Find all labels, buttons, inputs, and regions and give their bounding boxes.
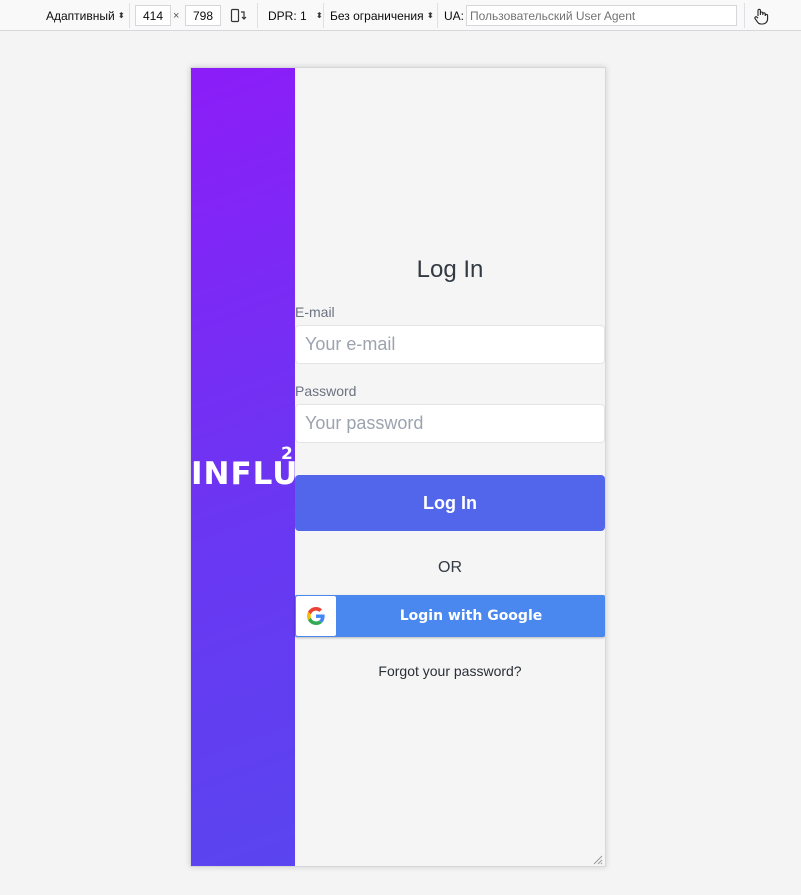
throttle-select-label: Без ограничения [330,8,424,23]
device-select[interactable]: Адаптивный ⬍ [46,5,125,26]
resize-handle-icon[interactable] [591,852,603,865]
logo-superscript: 2 [281,444,293,464]
device-viewport: INFLU 2 Log In E-mail Your e-mail Passwo… [190,67,606,867]
dpr-select[interactable]: DPR: 1 ⬍ [268,5,323,26]
updown-arrow-icon: ⬍ [315,10,323,20]
google-logo-icon [296,596,336,636]
forgot-password-link[interactable]: Forgot your password? [295,663,605,679]
times-sign: × [173,9,180,22]
login-form: Log In E-mail Your e-mail Password Your … [295,68,605,866]
divider [129,3,130,28]
or-divider-text: OR [438,559,462,576]
divider [437,3,438,28]
password-label: Password [295,383,357,399]
divider [257,3,258,28]
updown-arrow-icon: ⬍ [117,10,125,20]
device-select-label: Адаптивный [46,8,115,23]
ua-label: UA: [444,8,465,23]
email-label: E-mail [295,304,335,320]
password-field[interactable]: Your password [295,404,605,443]
throttle-select[interactable]: Без ограничения ⬍ [330,5,434,26]
google-button-label: Login with Google [399,608,543,624]
updown-arrow-icon: ⬍ [426,10,434,20]
logo-text: INFLU [191,456,295,492]
dpr-select-label: DPR: 1 [268,8,307,23]
brand-panel: INFLU 2 [191,68,295,866]
user-agent-input[interactable]: Пользовательский User Agent [466,5,737,26]
touch-simulation-icon[interactable] [753,5,771,26]
divider [744,3,745,28]
divider [323,3,324,28]
google-login-button[interactable]: Login with Google [295,595,605,637]
email-field[interactable]: Your e-mail [295,325,605,364]
responsive-toolbar: Адаптивный ⬍ 414 × 798 DPR: 1 ⬍ Без огра… [0,0,801,31]
rotate-device-icon[interactable] [230,5,248,26]
page-title: Log In [416,256,484,283]
height-input[interactable]: 798 [185,5,221,26]
login-button[interactable]: Log In [295,475,605,531]
width-input[interactable]: 414 [135,5,171,26]
